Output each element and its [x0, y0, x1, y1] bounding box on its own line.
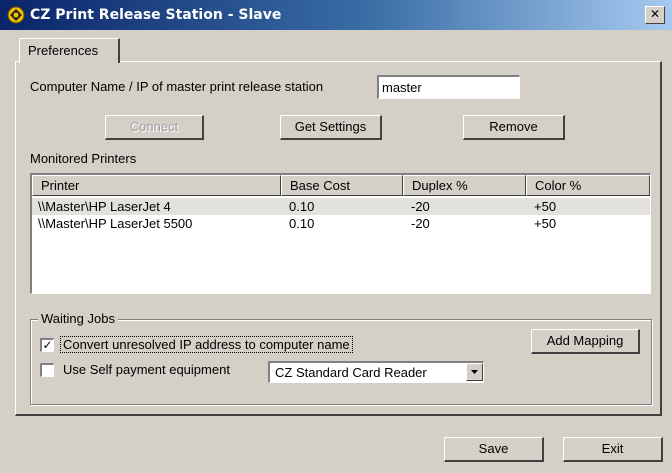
remove-button[interactable]: Remove: [463, 115, 565, 140]
exit-button[interactable]: Exit: [563, 437, 663, 462]
card-reader-select[interactable]: CZ Standard Card Reader: [268, 361, 484, 383]
dropdown-button[interactable]: [466, 363, 483, 381]
printer-cell: \\Master\HP LaserJet 5500: [38, 216, 193, 231]
duplex-cell: -20: [411, 216, 430, 231]
chevron-down-icon: [471, 370, 478, 374]
column-header-duplex[interactable]: Duplex %: [403, 175, 526, 196]
base-cost-cell: 0.10: [289, 216, 315, 231]
convert-ip-checkbox[interactable]: ✓: [40, 338, 54, 352]
monitored-printers-list[interactable]: Printer Base Cost Duplex % Color % \\Mas…: [30, 173, 651, 294]
card-reader-value: CZ Standard Card Reader: [275, 365, 427, 380]
self-payment-checkbox[interactable]: [40, 363, 54, 377]
add-mapping-button[interactable]: Add Mapping: [531, 329, 640, 354]
app-window: CZ Print Release Station - Slave ✕ Prefe…: [0, 0, 672, 473]
master-name-input[interactable]: master: [377, 75, 520, 99]
table-row[interactable]: \\Master\HP LaserJet 4 0.10 -20 +50: [32, 198, 650, 215]
get-settings-button[interactable]: Get Settings: [280, 115, 382, 140]
duplex-cell: -20: [411, 199, 430, 214]
color-cell: +50: [534, 199, 557, 214]
master-name-label: Computer Name / IP of master print relea…: [30, 79, 324, 94]
close-button[interactable]: ✕: [645, 6, 665, 24]
self-payment-label[interactable]: Use Self payment equipment: [63, 362, 230, 377]
column-header-base-cost[interactable]: Base Cost: [281, 175, 403, 196]
list-header: Printer Base Cost Duplex % Color %: [32, 175, 650, 196]
waiting-jobs-title: Waiting Jobs: [38, 311, 118, 326]
window-title: CZ Print Release Station - Slave: [30, 7, 282, 23]
column-header-printer[interactable]: Printer: [32, 175, 281, 196]
column-header-color[interactable]: Color %: [526, 175, 650, 196]
save-button[interactable]: Save: [444, 437, 544, 462]
tab-label: Preferences: [28, 43, 99, 58]
close-icon: ✕: [649, 7, 661, 21]
connect-button[interactable]: Connect: [105, 115, 204, 140]
tab-preferences[interactable]: Preferences: [19, 38, 120, 63]
printer-station-icon: [7, 6, 25, 24]
base-cost-cell: 0.10: [289, 199, 315, 214]
color-cell: +50: [534, 216, 557, 231]
checkmark-icon: ✓: [42, 338, 53, 352]
monitored-printers-label: Monitored Printers: [30, 151, 137, 166]
printer-cell: \\Master\HP LaserJet 4: [38, 199, 171, 214]
convert-ip-label[interactable]: Convert unresolved IP address to compute…: [60, 336, 353, 353]
title-bar[interactable]: CZ Print Release Station - Slave ✕: [0, 0, 672, 30]
table-row[interactable]: \\Master\HP LaserJet 5500 0.10 -20 +50: [32, 215, 650, 232]
